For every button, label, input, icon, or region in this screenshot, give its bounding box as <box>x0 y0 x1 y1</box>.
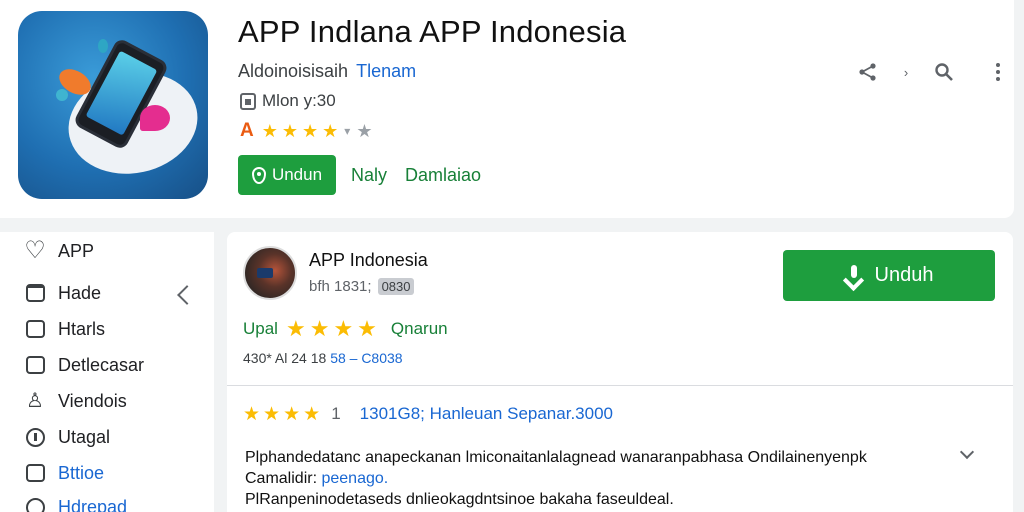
more-vert-icon[interactable] <box>996 63 1000 81</box>
location-icon <box>25 497 45 512</box>
developer-name: Aldoinoisisaih <box>238 61 349 81</box>
chevron-down-icon[interactable] <box>959 444 975 460</box>
avatar <box>243 246 297 300</box>
tertiary-link[interactable]: Damlaiao <box>405 165 481 186</box>
chat-icon <box>25 320 45 338</box>
star-icon: ★ <box>357 316 377 341</box>
review-line-link[interactable]: peenago. <box>321 470 388 487</box>
stats-link[interactable]: 58 – C8038 <box>330 350 402 366</box>
rating-secondary-label[interactable]: Qnarun <box>391 319 448 339</box>
info-icon <box>25 427 45 447</box>
box-icon <box>25 284 45 302</box>
heart-icon: ♡ <box>24 237 46 264</box>
app-logo-icon <box>18 11 208 199</box>
secondary-link[interactable]: Naly <box>351 165 387 186</box>
download-button[interactable]: Unduh <box>783 250 995 301</box>
star-icon: ★ <box>322 121 339 141</box>
sidebar-item-label: APP <box>58 240 95 261</box>
card-subtitle-chip: 0830 <box>377 278 415 295</box>
download-button-label: Unduh <box>874 264 934 286</box>
divider <box>227 385 1013 386</box>
star-icon: ★ <box>261 121 278 141</box>
header-toolbar: › <box>856 60 1000 84</box>
sidebar-item-label: Viendois <box>58 390 127 411</box>
card-subtitle: bfh 1831; 0830 <box>309 278 415 295</box>
sidebar-item-label: Detlecasar <box>58 354 145 375</box>
stats-text: 430* Al 24 18 <box>243 350 327 366</box>
star-icon: ★ <box>285 316 306 341</box>
review-link[interactable]: 1301G8; Hanleuan Sepanar.3000 <box>360 404 613 424</box>
search-icon[interactable] <box>932 60 956 84</box>
sidebar-item-label: Bttioe <box>58 462 105 483</box>
share-icon[interactable] <box>856 60 880 84</box>
sidebar-item-label: Utagal <box>58 426 111 447</box>
review-line: Camalidir: peenago. <box>245 468 945 489</box>
calendar-icon <box>240 92 256 110</box>
sidebar-item-htarls[interactable]: Htarls <box>24 318 105 340</box>
sidebar-item-viendois[interactable]: ♙ Viendois <box>24 390 127 412</box>
install-button[interactable]: Undun <box>238 155 336 195</box>
chevron-down-icon[interactable]: ▾ <box>344 124 350 138</box>
sidebar: ♡ APP Hade Htarls Detlecasar ♙ Viendois … <box>0 232 214 512</box>
sidebar-item-hade[interactable]: Hade <box>24 282 101 304</box>
star-icon: ★ <box>243 403 261 425</box>
comment-icon <box>25 464 45 482</box>
star-icon: ★ <box>303 403 321 425</box>
sidebar-item-label: Hade <box>58 282 102 303</box>
card-title: APP Indonesia <box>309 250 428 270</box>
star-icon: ★ <box>283 403 301 425</box>
sidebar-item-label: Hdrepad <box>58 496 128 512</box>
star-icon: ★ <box>309 316 330 341</box>
app-meta: Mlon y:30 <box>240 91 336 111</box>
developer-link[interactable]: Tlenam <box>356 61 416 81</box>
header-rating: A ★ ★ ★ ★ ▾ ★ <box>240 120 372 142</box>
star-icon: ★ <box>281 121 299 141</box>
sidebar-item-hdrepad[interactable]: Hdrepad <box>24 496 127 512</box>
review-line-prefix: Camalidir: <box>245 470 322 487</box>
card-subtitle-text: bfh 1831; <box>309 278 372 295</box>
collapse-chevron-icon[interactable] <box>177 285 197 305</box>
star-icon: ★ <box>333 316 354 341</box>
sidebar-item-bttioe[interactable]: Bttioe <box>24 462 104 484</box>
forward-icon[interactable]: › <box>894 60 918 84</box>
review-count: 1 <box>331 404 341 423</box>
content-rating-badge: A <box>240 120 254 141</box>
review-line: PlRanpeninodetaseds dnlieokagdntsinoe ba… <box>245 491 674 508</box>
star-icon: ★ <box>263 403 281 425</box>
app-title: APP Indlana APP Indonesia <box>238 14 627 49</box>
message-icon <box>25 356 45 374</box>
download-icon <box>845 264 863 287</box>
review-body: Plphandedatanc anapeckanan lmiconaitanla… <box>245 447 945 510</box>
app-header: APP Indlana APP Indonesia Aldoinoisisaih… <box>0 0 1014 218</box>
install-button-label: Undun <box>271 165 323 184</box>
verified-star-icon: ★ <box>356 121 373 141</box>
sidebar-item-detlecasar[interactable]: Detlecasar <box>24 354 144 376</box>
sidebar-item-utagal[interactable]: Utagal <box>24 426 110 448</box>
rating-label: Upal <box>243 319 278 338</box>
star-icon: ★ <box>302 121 319 141</box>
sidebar-item-label: Htarls <box>58 318 106 339</box>
card-rating: Upal ★ ★ ★ ★ Qnarun <box>243 318 448 340</box>
app-detail-card: APP Indonesia bfh 1831; 0830 Unduh Upal … <box>227 232 1013 512</box>
shield-icon <box>251 166 266 184</box>
review-line: Plphandedatanc anapeckanan lmiconaitanla… <box>245 449 867 466</box>
card-stats: 430* Al 24 18 58 – C8038 <box>243 350 403 366</box>
developer-line: Aldoinoisisaih Tlenam <box>238 61 416 82</box>
sidebar-item-app[interactable]: ♡ APP <box>24 237 95 264</box>
meta-text: Mlon y:30 <box>262 91 336 110</box>
person-icon: ♙ <box>26 390 44 412</box>
review-rating: ★ ★ ★ ★ 1 1301G8; Hanleuan Sepanar.3000 <box>243 404 613 424</box>
